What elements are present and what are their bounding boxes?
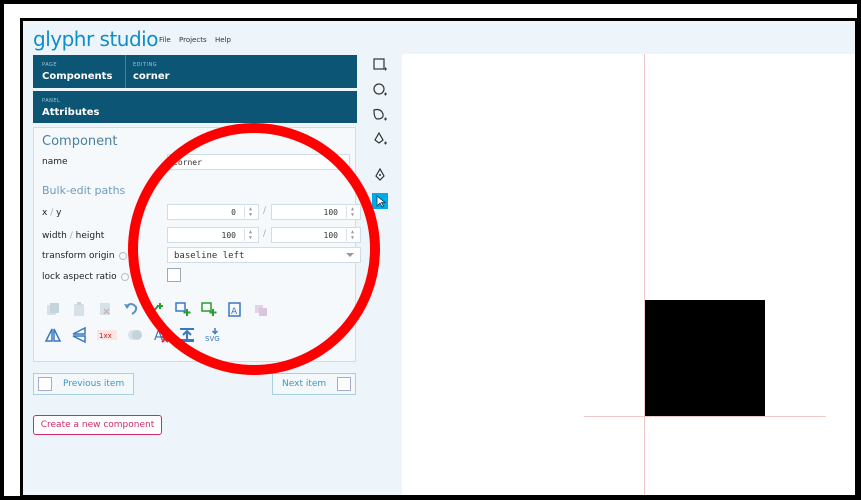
previous-item-preview — [38, 377, 52, 391]
page-value: Components — [42, 71, 113, 82]
create-component-button[interactable]: Create a new component — [33, 415, 162, 435]
height-input-value: 100 — [323, 231, 338, 240]
combine-icon[interactable] — [126, 326, 144, 344]
panel-caption: PANEL — [42, 98, 61, 104]
previous-item-label: Previous item — [63, 379, 125, 389]
nav-divider — [125, 55, 126, 88]
editing-caption: EDITING — [133, 62, 158, 68]
export-svg-icon[interactable]: SVG — [204, 326, 224, 344]
glyph-shape[interactable] — [645, 300, 765, 416]
info-icon[interactable] — [120, 272, 129, 281]
flip-horizontal-icon[interactable] — [70, 326, 88, 344]
transform-origin-label: transform origin — [42, 251, 127, 261]
svg-text:SVG: SVG — [205, 335, 220, 343]
copy-icon[interactable] — [44, 300, 62, 318]
x-input[interactable]: 0 ▲ ▼ — [167, 204, 259, 220]
name-input[interactable]: corner — [167, 154, 350, 170]
baseline-guide — [584, 416, 826, 417]
menu-projects[interactable]: Projects — [179, 36, 207, 44]
add-shape-green-icon[interactable] — [200, 300, 218, 318]
add-shape-icon[interactable] — [174, 300, 192, 318]
component-heading: Component — [42, 134, 118, 149]
add-shape-clipboard-icon[interactable]: A — [226, 300, 244, 318]
remove-kern-icon[interactable]: 1xx — [96, 326, 118, 344]
transform-origin-select[interactable]: baseline left — [167, 247, 361, 263]
edit-canvas[interactable] — [402, 54, 855, 495]
width-input[interactable]: 100 ▲ ▼ — [167, 227, 259, 243]
pointer-tool-icon[interactable] — [372, 193, 388, 209]
y-input-value: 100 — [323, 208, 338, 217]
next-item-button[interactable]: Next item — [272, 373, 356, 395]
origin-vertical-guide — [644, 54, 645, 495]
flip-vertical-icon[interactable] — [44, 326, 62, 344]
path-tool-icon[interactable] — [372, 107, 388, 123]
chevron-down-icon — [346, 253, 354, 257]
x-input-value: 0 — [231, 208, 236, 217]
svg-text:1xx: 1xx — [99, 332, 112, 340]
paste-icon[interactable] — [70, 300, 88, 318]
wh-field-separator: / — [263, 229, 267, 239]
app-logo: glyphr studio — [33, 27, 158, 51]
lock-aspect-label: lock aspect ratio — [42, 272, 129, 282]
xy-label: x / y — [42, 208, 62, 218]
xy-field-separator: / — [263, 206, 267, 216]
editing-value: corner — [133, 71, 170, 82]
undo-icon[interactable] — [122, 300, 140, 318]
svg-text:A: A — [231, 307, 238, 317]
next-item-label: Next item — [282, 379, 327, 389]
height-stepper[interactable]: ▲ ▼ — [346, 229, 358, 241]
left-panel: glyphr studio File Projects Help PAGE Co… — [23, 21, 363, 495]
y-input[interactable]: 100 ▲ ▼ — [271, 204, 361, 220]
align-top-icon[interactable] — [178, 326, 196, 344]
rectangle-tool-icon[interactable] — [372, 57, 388, 73]
oval-tool-icon[interactable] — [372, 82, 388, 98]
attributes-card: Component name corner Bulk-edit paths x … — [33, 127, 361, 362]
name-input-value: corner — [173, 158, 202, 167]
info-icon[interactable] — [118, 251, 127, 260]
width-input-value: 100 — [221, 231, 236, 240]
lock-aspect-checkbox[interactable] — [167, 268, 181, 282]
transform-origin-value: baseline left — [174, 251, 245, 261]
previous-item-button[interactable]: Previous item — [33, 373, 134, 395]
page-caption: PAGE — [42, 62, 58, 68]
next-item-preview — [337, 377, 351, 391]
duplicate-icon[interactable] — [252, 300, 270, 318]
bulk-edit-heading: Bulk-edit paths — [42, 184, 126, 197]
wh-label: width / height — [42, 231, 105, 241]
clear-text-format-icon[interactable]: A — [152, 326, 170, 344]
name-label: name — [42, 157, 68, 167]
screenshot-frame: glyphr studio File Projects Help PAGE Co… — [0, 0, 861, 500]
add-path-point-icon[interactable] — [148, 300, 166, 318]
nav-panel[interactable]: PANEL Attributes — [33, 91, 357, 123]
menu-help[interactable]: Help — [215, 36, 231, 44]
pen-tool-icon[interactable] — [372, 167, 388, 183]
height-input[interactable]: 100 ▲ ▼ — [271, 227, 361, 243]
menu-file[interactable]: File — [159, 36, 171, 44]
panel-value: Attributes — [42, 107, 100, 118]
delete-icon[interactable] — [96, 300, 114, 318]
x-stepper[interactable]: ▲ ▼ — [244, 206, 256, 218]
pen-add-tool-icon[interactable] — [372, 131, 388, 147]
width-stepper[interactable]: ▲ ▼ — [244, 229, 256, 241]
y-stepper[interactable]: ▲ ▼ — [346, 206, 358, 218]
app-window: glyphr studio File Projects Help PAGE Co… — [20, 18, 858, 498]
nav-page-editing[interactable]: PAGE Components EDITING corner — [33, 55, 357, 88]
